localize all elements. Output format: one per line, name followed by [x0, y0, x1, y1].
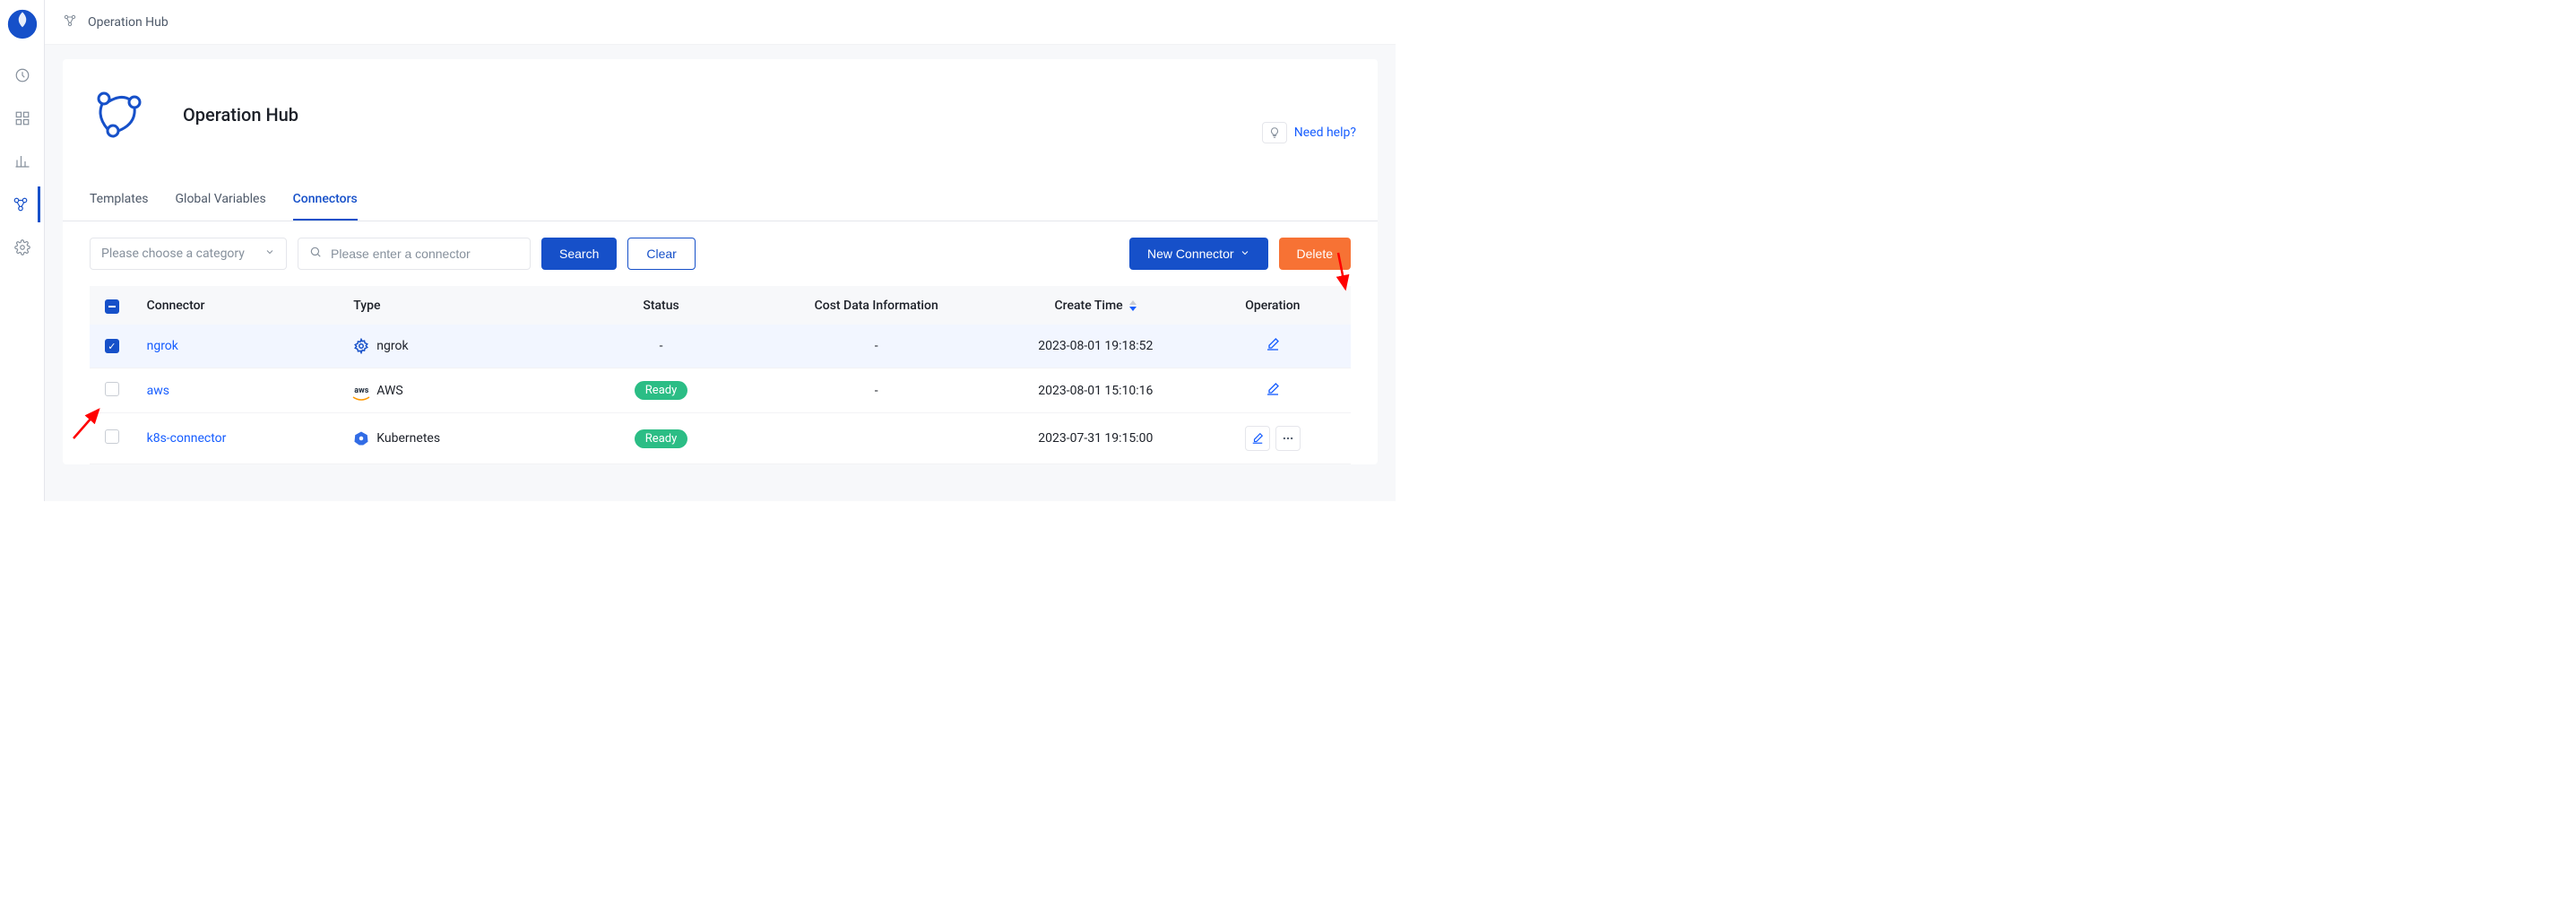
edit-button[interactable]: [1266, 382, 1280, 400]
sidebar: [0, 0, 45, 501]
toolbar: Please choose a category Search Clear: [63, 221, 1378, 286]
type-label: ngrok: [376, 339, 408, 353]
kubernetes-icon: [353, 430, 369, 446]
breadcrumb-label: Operation Hub: [88, 15, 169, 30]
type-label: Kubernetes: [376, 431, 440, 446]
bulb-icon: [1262, 122, 1287, 143]
chevron-down-icon: [264, 247, 275, 261]
category-placeholder: Please choose a category: [101, 247, 245, 261]
connector-link[interactable]: k8s-connector: [147, 431, 227, 446]
tab-connectors[interactable]: Connectors: [293, 179, 358, 221]
th-create-time-label: Create Time: [1055, 299, 1123, 313]
type-cell: Kubernetes: [353, 430, 553, 446]
tab-global-variables[interactable]: Global Variables: [176, 179, 266, 221]
connector-search-input[interactable]: [331, 247, 519, 261]
operation-hub-icon: [90, 86, 147, 143]
new-connector-button[interactable]: New Connector: [1129, 238, 1268, 270]
table-header-row: Connector Type Status Cost Data Informat…: [90, 286, 1351, 325]
create-time-cell: 2023-08-01 15:10:16: [997, 368, 1195, 413]
breadcrumb: Operation Hub: [45, 0, 1396, 45]
clear-button[interactable]: Clear: [627, 238, 695, 270]
tab-templates[interactable]: Templates: [90, 179, 149, 221]
table-row: aws aws AWS Ready: [90, 368, 1351, 413]
th-cost[interactable]: Cost Data Information: [756, 286, 997, 325]
tabs: Templates Global Variables Connectors: [63, 179, 1378, 221]
connector-link[interactable]: ngrok: [147, 339, 178, 353]
annotation-arrow-delete: [1329, 251, 1356, 296]
page-title: Operation Hub: [183, 104, 298, 126]
th-operation: Operation: [1195, 286, 1351, 325]
help-label: Need help?: [1294, 126, 1356, 140]
category-select[interactable]: Please choose a category: [90, 238, 287, 270]
th-type[interactable]: Type: [341, 286, 566, 325]
aws-icon: aws: [353, 383, 369, 399]
connectors-table: Connector Type Status Cost Data Informat…: [90, 286, 1351, 464]
cost-cell: [756, 413, 997, 464]
settings-gear-icon: [353, 338, 369, 354]
sidebar-item-apps[interactable]: [4, 100, 40, 136]
chevron-down-icon: [1240, 247, 1250, 261]
cost-cell: -: [756, 325, 997, 368]
type-cell: aws AWS: [353, 383, 553, 399]
table-row: ✓ ngrok ngrok - -: [90, 325, 1351, 368]
breadcrumb-icon: [63, 13, 77, 31]
type-cell: ngrok: [353, 338, 553, 354]
row-checkbox[interactable]: [105, 382, 119, 396]
sidebar-item-analytics[interactable]: [4, 143, 40, 179]
row-checkbox[interactable]: ✓: [105, 339, 119, 353]
annotation-arrow-checkbox: [72, 404, 108, 440]
connector-link[interactable]: aws: [147, 384, 169, 398]
select-all-checkbox[interactable]: [105, 299, 119, 314]
sort-icon[interactable]: [1129, 300, 1137, 311]
create-time-cell: 2023-08-01 19:18:52: [997, 325, 1195, 368]
search-button[interactable]: Search: [541, 238, 617, 270]
type-label: AWS: [376, 384, 402, 398]
more-button[interactable]: [1275, 426, 1301, 451]
edit-button[interactable]: [1245, 426, 1270, 451]
table-row: k8s-connector Kubernetes Ready: [90, 413, 1351, 464]
new-connector-label: New Connector: [1147, 247, 1234, 261]
app-logo[interactable]: [7, 9, 38, 39]
cost-cell: -: [756, 368, 997, 413]
th-create-time[interactable]: Create Time: [997, 286, 1195, 325]
th-connector[interactable]: Connector: [134, 286, 341, 325]
page-header: Operation Hub Need help?: [63, 59, 1378, 161]
sidebar-item-operation-hub[interactable]: [4, 186, 40, 222]
status-badge: Ready: [635, 429, 687, 448]
status-badge: Ready: [635, 381, 687, 400]
connector-search[interactable]: [298, 238, 531, 270]
create-time-cell: 2023-07-31 19:15:00: [997, 413, 1195, 464]
search-icon: [309, 246, 322, 262]
sidebar-item-dashboard[interactable]: [4, 57, 40, 93]
th-status[interactable]: Status: [566, 286, 756, 325]
edit-button[interactable]: [1266, 337, 1280, 355]
sidebar-item-settings[interactable]: [4, 230, 40, 265]
help-link[interactable]: Need help?: [1262, 122, 1356, 143]
status-cell: -: [566, 325, 756, 368]
